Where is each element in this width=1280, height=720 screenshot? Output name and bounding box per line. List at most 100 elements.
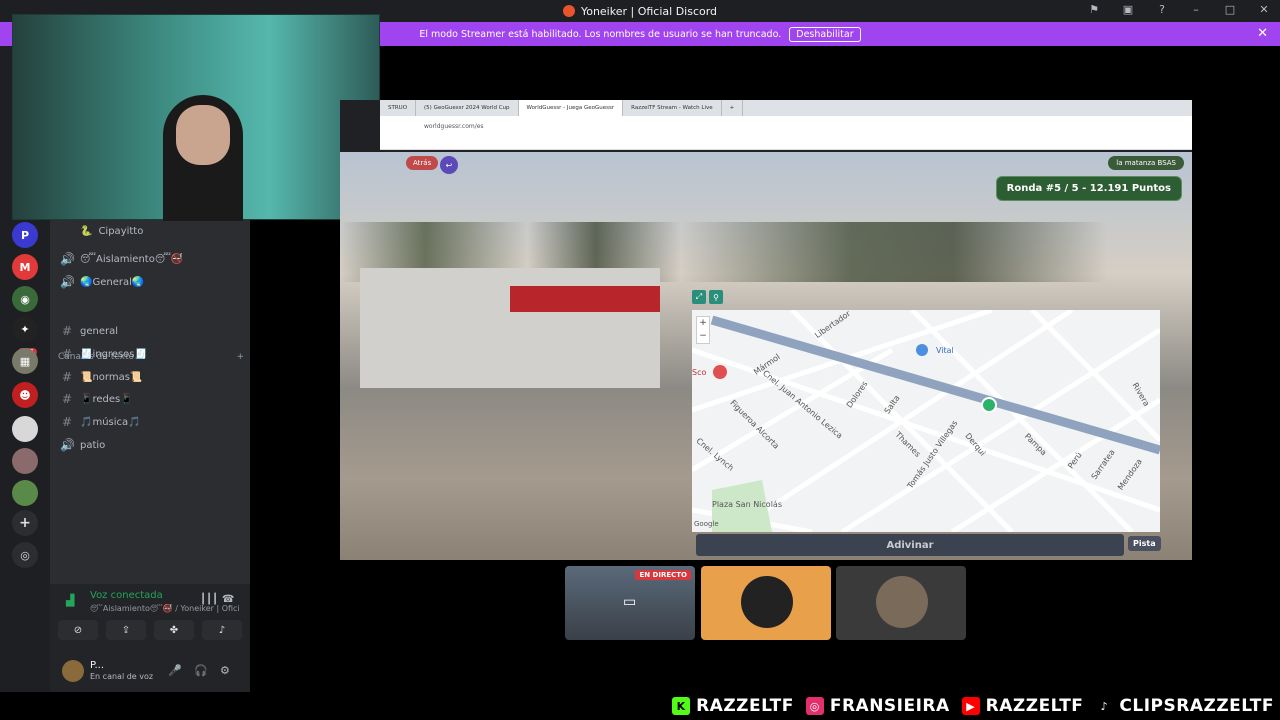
headphones-icon[interactable]: 🎧 xyxy=(194,664,208,677)
server-icon[interactable]: P xyxy=(12,222,38,248)
expand-map-icon[interactable]: ⤢ xyxy=(692,290,706,304)
room-tag[interactable]: la matanza BSAS xyxy=(1108,156,1184,170)
window-controls: ⚑ ▣ ? – □ ✕ xyxy=(1086,3,1272,16)
close-icon[interactable]: ✕ xyxy=(1257,26,1268,41)
footer-instagram: ◎ FRANSIEIRA xyxy=(805,696,950,716)
voice-status-panel: ▟ Voz conectada 😴Aislamiento😴🚭 / Yoneike… xyxy=(50,584,250,692)
building xyxy=(360,268,660,388)
channel-label: general xyxy=(80,325,119,337)
banner-text: El modo Streamer está habilitado. Los no… xyxy=(419,28,782,40)
guess-map[interactable]: + − Vital Plaza San Nicolás Sco Mármol Li… xyxy=(692,310,1160,532)
youtube-icon: ▶ xyxy=(961,697,980,715)
participant-tile-avatar[interactable] xyxy=(701,566,831,640)
signal-icon: ▟ xyxy=(66,594,75,607)
url-bar[interactable]: worldguessr.com/es xyxy=(380,116,1192,136)
hash-icon: # xyxy=(61,347,73,361)
undo-icon[interactable]: ↩ xyxy=(440,156,458,174)
server-icon[interactable] xyxy=(12,448,38,474)
user-status: En canal de voz xyxy=(90,672,154,681)
participant-tile-screenshare[interactable]: EN DIRECTO ▭ xyxy=(565,566,695,640)
close-window-icon[interactable]: ✕ xyxy=(1256,3,1272,16)
disconnect-icon[interactable]: ☎ xyxy=(222,594,234,605)
tab[interactable]: RazzelTF Stream - Watch Live xyxy=(623,100,722,116)
user-name: P... xyxy=(90,660,105,671)
new-tab-icon[interactable]: + xyxy=(722,100,744,116)
window-title-text: Yoneiker | Oficial Discord xyxy=(580,4,718,18)
activities-icon: ✤ xyxy=(169,624,179,636)
server-icon[interactable] xyxy=(12,416,38,442)
soundboard-button[interactable]: ♪ xyxy=(202,620,242,640)
tab-label: RazzelTF Stream - Watch Live xyxy=(631,105,713,111)
hint-button[interactable]: Pista xyxy=(1128,536,1161,551)
text-channel-normas[interactable]: # 📜normas📜 xyxy=(60,370,142,384)
hash-icon: # xyxy=(61,324,73,338)
hash-icon: # xyxy=(61,370,73,384)
footer-youtube: ▶ RAZZELTF xyxy=(961,696,1084,716)
help-icon[interactable]: ? xyxy=(1154,3,1170,16)
explore-icon[interactable]: ◎ xyxy=(12,542,38,568)
disable-streamer-button[interactable]: Deshabilitar xyxy=(789,26,861,42)
avatar: 🐍 xyxy=(80,226,93,237)
text-channel-musica[interactable]: # 🎵música🎵 xyxy=(60,415,141,429)
channel-label: 📱redes📱 xyxy=(80,393,133,405)
channel-label: patio xyxy=(80,439,106,451)
server-icon[interactable]: ☻ xyxy=(12,382,38,408)
maximize-icon[interactable]: □ xyxy=(1222,3,1238,16)
tiktok-icon: ♪ xyxy=(1095,697,1114,715)
footer-label: FRANSIEIRA xyxy=(829,696,950,716)
map-zoom-controls[interactable]: + − xyxy=(696,316,710,344)
round-score: Ronda #5 / 5 - 12.191 Puntos xyxy=(995,176,1182,201)
google-watermark: Google xyxy=(694,520,719,528)
server-icon[interactable]: ✦ xyxy=(12,316,38,342)
text-channel-ingresos[interactable]: # 🧾ingresos🧾 xyxy=(60,347,147,361)
activities-button[interactable]: ✤ xyxy=(154,620,194,640)
map-streets xyxy=(692,310,1160,532)
channel-label: 🌏General🌏 xyxy=(80,276,145,288)
gear-icon[interactable]: ⚙ xyxy=(220,664,230,677)
microphone-icon[interactable]: 🎤 xyxy=(168,664,182,677)
server-icon[interactable]: ◉ xyxy=(12,286,38,312)
tab[interactable]: (5) GeoGuessr 2024 World Cup xyxy=(416,100,519,116)
voice-member[interactable]: 🐍 Cipayitto xyxy=(80,226,143,237)
tab[interactable]: WorldGuessr - Juega GeoGuessr xyxy=(518,100,624,116)
minimize-icon[interactable]: – xyxy=(1188,3,1204,16)
footer-label: RAZZELTF xyxy=(985,696,1084,716)
footer-kick: K RAZZELTF xyxy=(672,696,794,716)
voice-member-name: Cipayitto xyxy=(98,226,144,237)
avatar[interactable] xyxy=(62,660,84,682)
add-channel-icon[interactable]: + xyxy=(236,352,244,362)
monitor-icon[interactable]: ▣ xyxy=(1120,3,1136,16)
tab[interactable]: STRUO xyxy=(380,100,417,116)
server-icon[interactable] xyxy=(12,480,38,506)
speaker-icon: 🔊 xyxy=(60,438,75,452)
server-icon[interactable]: ▦ xyxy=(12,348,38,374)
voice-channel-aislamiento[interactable]: 🔊 😴Aislamiento😴🚭 xyxy=(60,252,183,266)
server-icon[interactable]: M xyxy=(12,254,38,280)
screen-share-button[interactable]: ⇪ xyxy=(106,620,146,640)
webcam-feed xyxy=(12,14,380,221)
map-label-plaza: Plaza San Nicolás xyxy=(712,500,782,509)
text-channel-general[interactable]: # general xyxy=(60,324,118,338)
avatar xyxy=(876,576,928,628)
guess-button[interactable]: Adivinar xyxy=(696,534,1124,556)
voice-channel-patio[interactable]: 🔊 patio xyxy=(60,438,105,452)
footer-label: RAZZELTF xyxy=(696,696,794,716)
pin-map-icon[interactable]: ⚲ xyxy=(709,290,723,304)
browser-window: STRUO (5) GeoGuessr 2024 World Cup World… xyxy=(340,100,1192,560)
participant-tile-user[interactable] xyxy=(836,566,966,640)
inbox-icon[interactable]: ⚑ xyxy=(1086,3,1102,16)
url-text: worldguessr.com/es xyxy=(424,122,484,130)
back-button[interactable]: Atrás xyxy=(406,156,439,170)
bookmarks-bar xyxy=(380,136,1192,150)
voice-channel-general[interactable]: 🔊 🌏General🌏 xyxy=(60,275,144,289)
tab-label: WorldGuessr - Juega GeoGuessr xyxy=(526,105,615,111)
add-server-icon[interactable]: + xyxy=(12,510,38,536)
channel-label: 🎵música🎵 xyxy=(80,416,141,428)
camera-off-icon: ⊘ xyxy=(73,624,83,636)
noise-suppression-icon[interactable]: ┃┃┃ xyxy=(200,594,218,605)
text-channel-redes[interactable]: # 📱redes📱 xyxy=(60,392,133,406)
browser-tabs: STRUO (5) GeoGuessr 2024 World Cup World… xyxy=(380,100,1192,116)
camera-button[interactable]: ⊘ xyxy=(58,620,98,640)
kick-icon: K xyxy=(672,697,691,715)
footer-label: CLIPSRAZZELTF xyxy=(1119,696,1274,716)
